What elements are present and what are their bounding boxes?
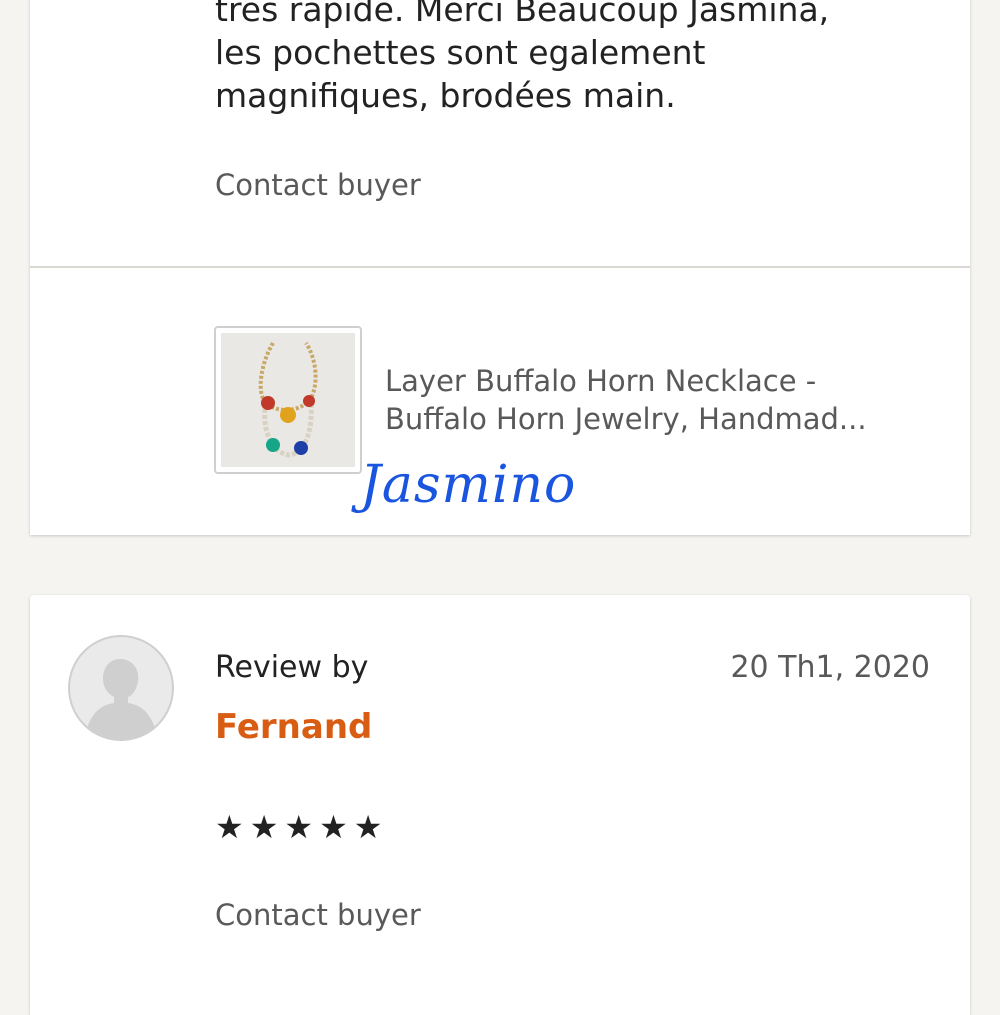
- divider: [30, 266, 970, 268]
- contact-buyer-link[interactable]: Contact buyer: [215, 168, 421, 202]
- listing-title-line: Buffalo Horn Jewelry, Handmad...: [385, 402, 867, 436]
- review-text-line: magnifiques, brodées main.: [215, 76, 676, 115]
- listing-title-line: Layer Buffalo Horn Necklace -: [385, 364, 817, 398]
- review-text: tres rapide. Merci Beaucoup Jasmina, les…: [215, 0, 955, 117]
- person-silhouette-icon: [84, 659, 158, 739]
- review-by-label: Review by: [215, 650, 369, 685]
- avatar[interactable]: [68, 635, 174, 741]
- review-text-line: tres rapide. Merci Beaucoup Jasmina,: [215, 0, 830, 29]
- review-date: 20 Th1, 2020: [730, 650, 930, 685]
- listing-title[interactable]: Layer Buffalo Horn Necklace - Buffalo Ho…: [385, 362, 945, 438]
- necklace-image: [221, 333, 355, 467]
- signature-watermark: Jasmino: [360, 455, 577, 515]
- review-card-top: tres rapide. Merci Beaucoup Jasmina, les…: [30, 0, 970, 535]
- reviewer-name-link[interactable]: Fernand: [215, 707, 372, 747]
- star-rating: ★★★★★: [215, 808, 389, 846]
- review-text-line: les pochettes sont egalement: [215, 33, 706, 72]
- review-card: Review by 20 Th1, 2020 Fernand ★★★★★ Con…: [30, 595, 970, 1015]
- listing-thumbnail[interactable]: [214, 326, 362, 474]
- contact-buyer-link[interactable]: Contact buyer: [215, 898, 421, 932]
